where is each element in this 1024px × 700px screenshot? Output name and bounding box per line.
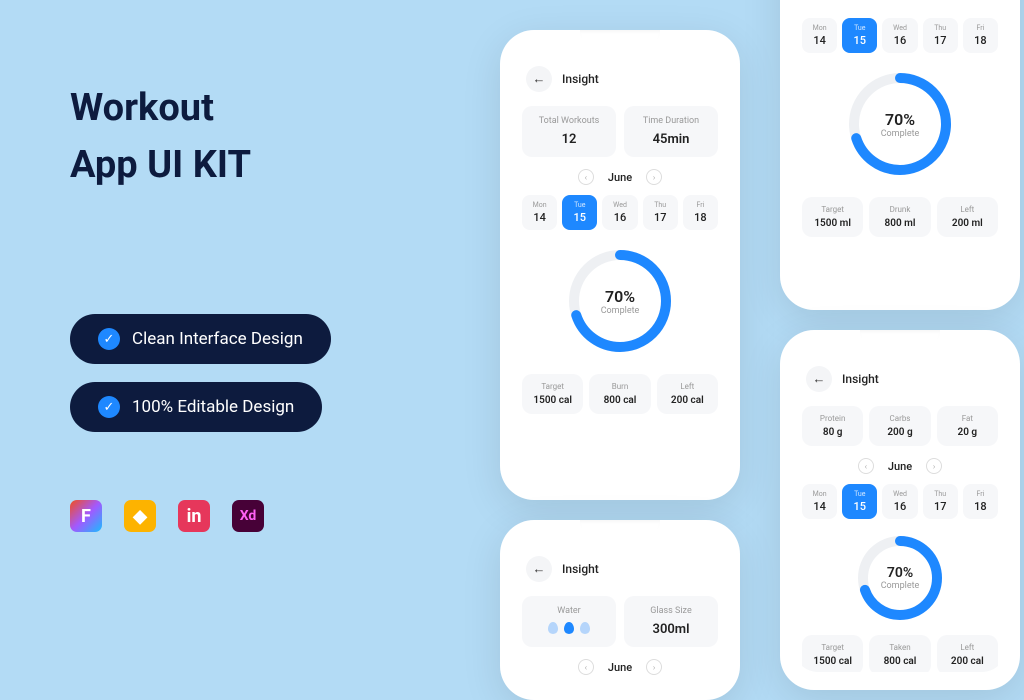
- metric-left: Left200 cal: [657, 374, 718, 414]
- day-selector: Mon14 Tue15 Wed16 Thu17 Fri18: [802, 18, 998, 53]
- back-button[interactable]: ←: [526, 556, 552, 582]
- metric-left: Left200 ml: [937, 197, 998, 237]
- day-chip[interactable]: Wed16: [882, 18, 917, 53]
- day-chip[interactable]: Thu17: [923, 18, 958, 53]
- screen-title: Insight: [842, 372, 879, 386]
- day-chip[interactable]: Mon14: [802, 484, 837, 519]
- metric-burn: Burn800 cal: [589, 374, 650, 414]
- phone-mockup-1: ← Insight Total Workouts 12 Time Duratio…: [500, 30, 740, 500]
- feature-pill-1: ✓ Clean Interface Design: [70, 314, 331, 364]
- day-chip[interactable]: Mon14: [802, 18, 837, 53]
- day-chip[interactable]: Thu17: [923, 484, 958, 519]
- back-button[interactable]: ←: [526, 66, 552, 92]
- check-icon: ✓: [98, 396, 120, 418]
- phone-mockup-3: ← Insight Protein80 g Carbs200 g Fat20 g…: [780, 330, 1020, 690]
- xd-icon: Xd: [232, 500, 264, 532]
- day-chip[interactable]: Fri18: [963, 484, 998, 519]
- next-month-button[interactable]: ›: [926, 458, 942, 474]
- stat-card-water: Water: [522, 596, 616, 647]
- next-month-button[interactable]: ›: [646, 169, 662, 185]
- stat-card-workouts: Total Workouts 12: [522, 106, 616, 157]
- metric-target: Target1500 ml: [802, 197, 863, 237]
- month-label: June: [888, 460, 912, 473]
- metric-carbs: Carbs200 g: [869, 406, 930, 446]
- metric-target: Target1500 cal: [802, 635, 863, 672]
- month-label: June: [608, 661, 632, 674]
- next-month-button[interactable]: ›: [646, 659, 662, 675]
- promo-title: Workout App UI KIT: [70, 80, 430, 194]
- water-drop-icon: [548, 622, 558, 634]
- metric-fat: Fat20 g: [937, 406, 998, 446]
- month-label: June: [608, 171, 632, 184]
- day-chip-active[interactable]: Tue15: [842, 18, 877, 53]
- metric-target: Target1500 cal: [522, 374, 583, 414]
- day-chip[interactable]: Fri18: [683, 195, 718, 230]
- prev-month-button[interactable]: ‹: [578, 169, 594, 185]
- water-drop-icon: [580, 622, 590, 634]
- metric-drunk: Drunk800 ml: [869, 197, 930, 237]
- day-chip[interactable]: Fri18: [963, 18, 998, 53]
- progress-ring: 70%Complete: [855, 533, 945, 623]
- water-drop-icon: [564, 622, 574, 634]
- phone-mockup-2: Mon14 Tue15 Wed16 Thu17 Fri18 70%Complet…: [780, 0, 1020, 310]
- screen-title: Insight: [562, 72, 599, 86]
- tool-icons-row: F ◆ in Xd: [70, 500, 430, 532]
- prev-month-button[interactable]: ‹: [578, 659, 594, 675]
- day-chip[interactable]: Thu17: [643, 195, 678, 230]
- stat-card-glass: Glass Size 300ml: [624, 596, 718, 647]
- day-selector: Mon14 Tue15 Wed16 Thu17 Fri18: [522, 195, 718, 230]
- screen-title: Insight: [562, 562, 599, 576]
- metric-left: Left200 cal: [937, 635, 998, 672]
- figma-icon: F: [70, 500, 102, 532]
- feature-pill-2: ✓ 100% Editable Design: [70, 382, 322, 432]
- day-chip[interactable]: Wed16: [602, 195, 637, 230]
- back-button[interactable]: ←: [806, 366, 832, 392]
- metric-protein: Protein80 g: [802, 406, 863, 446]
- invision-icon: in: [178, 500, 210, 532]
- day-selector: Mon14 Tue15 Wed16 Thu17 Fri18: [802, 484, 998, 519]
- progress-ring: 70%Complete: [845, 69, 955, 179]
- stat-card-duration: Time Duration 45min: [624, 106, 718, 157]
- phone-mockup-4: ← Insight Water Glass Size 300ml ‹ June …: [500, 520, 740, 700]
- day-chip[interactable]: Wed16: [882, 484, 917, 519]
- prev-month-button[interactable]: ‹: [858, 458, 874, 474]
- sketch-icon: ◆: [124, 500, 156, 532]
- day-chip-active[interactable]: Tue15: [842, 484, 877, 519]
- metric-taken: Taken800 cal: [869, 635, 930, 672]
- day-chip[interactable]: Mon14: [522, 195, 557, 230]
- progress-ring: 70%Complete: [565, 246, 675, 356]
- day-chip-active[interactable]: Tue15: [562, 195, 597, 230]
- check-icon: ✓: [98, 328, 120, 350]
